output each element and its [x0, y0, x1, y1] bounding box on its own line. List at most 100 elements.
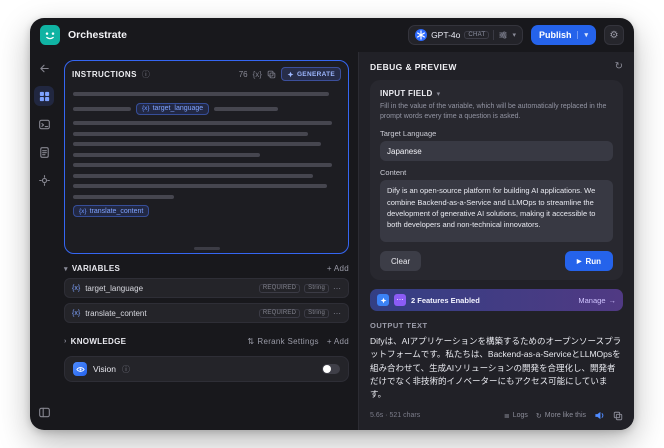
output-text: Difyは、AIアプリケーションを構築するためのオープンソースプラットフォームで… — [370, 336, 622, 399]
manage-features-button[interactable]: Manage → — [578, 296, 616, 305]
assistant-settings-button[interactable]: ⚙ — [604, 25, 624, 45]
sparkle-icon — [287, 71, 294, 78]
sliders-icon[interactable] — [498, 30, 508, 40]
run-button[interactable]: ▶ Run — [564, 251, 613, 272]
type-badge: String — [304, 308, 329, 318]
toggle-knob — [323, 365, 331, 373]
back-icon[interactable] — [34, 58, 54, 78]
chevron-down-icon[interactable]: ▾ — [577, 31, 588, 39]
features-bar: ⋯ 2 Features Enabled Manage → — [370, 289, 623, 312]
logs-button[interactable]: ≣ Logs — [504, 412, 528, 420]
clear-button[interactable]: Clear — [380, 251, 422, 272]
speaker-icon[interactable] — [594, 410, 605, 421]
variables-section-header[interactable]: ▾ VARIABLES + Add — [64, 264, 349, 273]
variable-name: target_language — [85, 283, 144, 293]
output-title: OUTPUT TEXT — [370, 321, 428, 331]
required-badge: REQUIRED — [258, 283, 301, 293]
more-like-this-label: More like this — [544, 412, 586, 420]
model-selector[interactable]: GPT-4o CHAT ▾ — [408, 25, 523, 45]
model-avatar-icon — [415, 29, 428, 41]
row-menu-icon[interactable]: ⋯ — [333, 309, 341, 318]
redacted-text-line — [73, 106, 131, 111]
info-icon: ⓘ — [122, 364, 130, 374]
rerank-icon: ⇅ — [247, 337, 255, 346]
add-variable-button[interactable]: + Add — [327, 264, 349, 273]
debug-actions: Clear ▶ Run — [380, 251, 613, 272]
chevron-down-icon[interactable]: ▾ — [512, 31, 516, 39]
char-count: 76 — [238, 69, 248, 79]
copy-output-icon[interactable] — [613, 411, 623, 421]
redacted-text-line — [73, 152, 260, 157]
target-language-input[interactable] — [380, 141, 613, 162]
pill-divider — [493, 30, 495, 40]
knowledge-title: KNOWLEDGE — [70, 337, 127, 346]
variable-row-target-language[interactable]: {x} target_language REQUIRED String ⋯ — [64, 278, 349, 298]
main-area: INSTRUCTIONS ⓘ 76 {x} GENERATE {x} targe… — [30, 52, 634, 430]
prompt-editor[interactable]: {x} target_language {x} translate_conten… — [65, 85, 348, 253]
add-knowledge-button[interactable]: + Add — [327, 337, 349, 346]
chevron-down-icon: ▾ — [64, 265, 68, 273]
input-field-title: INPUT FIELD — [380, 89, 433, 98]
content-textarea[interactable]: Dify is an open-source platform for buil… — [380, 180, 613, 243]
type-badge: String — [304, 283, 329, 293]
play-icon: ▶ — [576, 258, 582, 265]
refresh-icon[interactable]: ↻ — [615, 61, 623, 72]
output-footer: 5.6s · 521 chars ≣ Logs ↻ More like this — [370, 410, 623, 421]
terminal-nav-icon[interactable] — [34, 114, 54, 134]
variable-token-target-language[interactable]: {x} target_language — [136, 102, 210, 115]
features-enabled-label: 2 Features Enabled — [411, 295, 480, 305]
redacted-text-line — [73, 121, 332, 125]
chevron-right-icon: › — [64, 338, 67, 345]
model-mode-badge: CHAT — [464, 31, 490, 39]
debug-header: DEBUG & PREVIEW ↻ — [370, 61, 623, 72]
logs-label: Logs — [512, 412, 528, 420]
knowledge-section-header[interactable]: › KNOWLEDGE ⇅ Rerank Settings + Add — [64, 337, 349, 346]
redacted-text-line — [73, 92, 330, 96]
generate-label: GENERATE — [296, 70, 335, 78]
variable-brace-icon[interactable]: {x} — [253, 70, 262, 79]
vision-feature-card: Vision ⓘ — [64, 356, 349, 382]
page-title: Orchestrate — [68, 29, 127, 41]
arrow-right-icon: → — [608, 295, 617, 305]
regenerate-icon: ↻ — [535, 412, 542, 420]
publish-button[interactable]: Publish ▾ — [530, 25, 596, 45]
variable-brace-icon: {x} — [79, 207, 87, 215]
chevron-down-icon: ▾ — [436, 90, 441, 98]
rerank-label: Rerank Settings — [257, 337, 319, 346]
scrollbar-handle[interactable] — [193, 247, 220, 250]
redacted-text-line — [73, 142, 322, 146]
app-logo-icon[interactable] — [40, 25, 60, 45]
rerank-settings-button[interactable]: ⇅ Rerank Settings — [247, 337, 318, 346]
generate-button[interactable]: GENERATE — [280, 67, 341, 81]
vision-label: Vision — [93, 364, 116, 374]
publish-label: Publish — [538, 30, 572, 40]
redacted-text-line — [73, 131, 308, 136]
manage-label: Manage — [578, 295, 606, 305]
required-badge: REQUIRED — [258, 308, 301, 318]
variable-brace-icon: {x} — [72, 284, 81, 292]
notes-nav-icon[interactable] — [34, 142, 54, 162]
variable-token-label: translate_content — [89, 207, 144, 215]
variable-token-translate-content[interactable]: {x} translate_content — [73, 205, 150, 217]
variables-title: VARIABLES — [71, 264, 121, 273]
collapse-panel-icon[interactable] — [34, 402, 54, 422]
copy-icon[interactable] — [267, 70, 276, 79]
prompt-line: {x} translate_content — [73, 205, 340, 217]
feature-icon-2: ⋯ — [394, 294, 406, 307]
input-field-header[interactable]: INPUT FIELD ▾ — [380, 89, 613, 98]
variable-row-translate-content[interactable]: {x} translate_content REQUIRED String ⋯ — [64, 303, 349, 323]
api-nav-icon[interactable] — [34, 170, 54, 190]
more-like-this-button[interactable]: ↻ More like this — [536, 412, 586, 420]
variable-brace-icon: {x} — [72, 309, 81, 317]
output-meta: 5.6s · 521 chars — [370, 412, 421, 420]
feature-icon-1 — [377, 294, 389, 307]
content-label: Content — [380, 168, 407, 178]
output-section: OUTPUT TEXT Difyは、AIアプリケーションを構築するためのオープン… — [370, 321, 623, 421]
instructions-header: INSTRUCTIONS ⓘ 76 {x} GENERATE — [65, 61, 348, 85]
vision-toggle[interactable] — [322, 364, 340, 374]
input-field-card: INPUT FIELD ▾ Fill in the value of the v… — [370, 80, 623, 281]
debug-title: DEBUG & PREVIEW — [370, 61, 457, 72]
row-menu-icon[interactable]: ⋯ — [333, 284, 341, 293]
variable-brace-icon: {x} — [142, 105, 150, 112]
orchestrate-nav-icon[interactable] — [34, 86, 54, 106]
